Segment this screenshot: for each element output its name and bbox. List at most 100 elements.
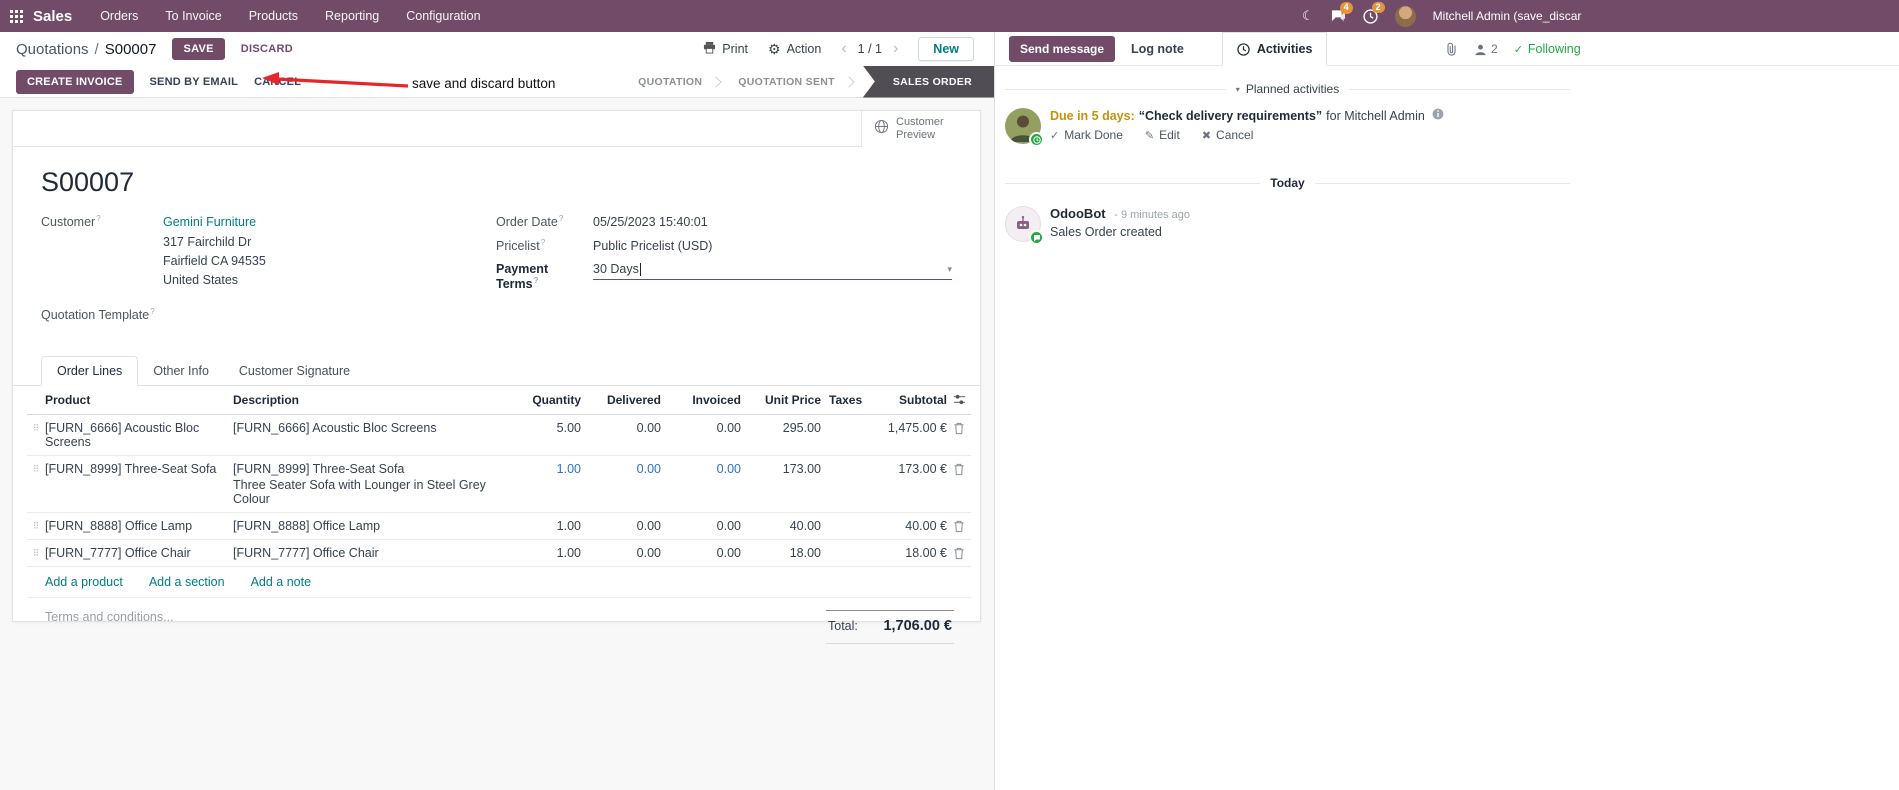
quantity-cell[interactable]: 1.00	[501, 456, 581, 482]
description-cell[interactable]: [FURN_6666] Acoustic Bloc Screens	[233, 415, 501, 441]
description-cell[interactable]: [FURN_7777] Office Chair	[233, 540, 501, 566]
status-step-sales-order[interactable]: SALES ORDER	[862, 65, 994, 98]
attach-files-button[interactable]	[1445, 42, 1458, 56]
delete-line-button[interactable]	[947, 456, 971, 476]
col-description: Description	[233, 392, 300, 407]
breadcrumb-quotations-link[interactable]: Quotations	[16, 41, 89, 58]
menu-orders[interactable]: Orders	[100, 9, 138, 23]
add-a-product-link[interactable]: Add a product	[45, 575, 123, 589]
description-cell[interactable]: [FURN_8999] Three-Seat Sofa Three Seater…	[233, 456, 501, 512]
unit-price-cell[interactable]: 173.00	[741, 456, 821, 482]
order-date-field[interactable]: 05/25/2023 15:40:01	[593, 215, 708, 229]
mark-done-button[interactable]: ✓ Mark Done	[1050, 128, 1123, 142]
address-line: United States	[163, 272, 239, 287]
mark-done-label: Mark Done	[1064, 128, 1123, 142]
delivered-cell[interactable]: 0.00	[581, 415, 661, 441]
customer-preview-label: Customer Preview	[896, 115, 944, 141]
following-button[interactable]: ✓ Following	[1514, 42, 1581, 56]
user-avatar[interactable]	[1394, 5, 1416, 27]
quantity-cell[interactable]: 1.00	[501, 513, 581, 539]
taxes-cell[interactable]	[821, 513, 863, 525]
description-cell[interactable]: [FURN_8888] Office Lamp	[233, 513, 501, 539]
tab-order-lines[interactable]: Order Lines	[41, 355, 139, 386]
apps-menu-icon[interactable]	[10, 9, 23, 23]
chatter-topbar: Send message Log note Activities 2 ✓ Fol…	[995, 32, 1899, 66]
invoiced-cell[interactable]: 0.00	[661, 513, 741, 539]
app-brand[interactable]: Sales	[33, 8, 72, 25]
activities-tab[interactable]: Activities	[1221, 32, 1328, 66]
customer-preview-button[interactable]: Customer Preview	[861, 111, 980, 147]
taxes-cell[interactable]	[821, 540, 863, 552]
product-cell[interactable]: [FURN_6666] Acoustic Bloc Screens	[45, 415, 233, 455]
followers-button[interactable]: 2	[1474, 42, 1498, 56]
menu-products[interactable]: Products	[249, 9, 298, 23]
messages-icon[interactable]: 4	[1331, 2, 1353, 23]
cancel-activity-button[interactable]: ✖ Cancel	[1202, 128, 1254, 142]
discard-button[interactable]: DISCARD	[233, 39, 301, 59]
planned-activities-label: Planned activities	[1245, 82, 1340, 96]
product-cell[interactable]: [FURN_7777] Office Chair	[45, 540, 233, 566]
order-title[interactable]: S00007	[41, 167, 980, 198]
action-button[interactable]: ⚙ Action	[768, 41, 821, 58]
activity-clock-badge-icon	[1029, 132, 1044, 147]
delivered-cell[interactable]: 0.00	[581, 540, 661, 566]
info-icon[interactable]	[1432, 108, 1444, 120]
log-note-button[interactable]: Log note	[1131, 42, 1184, 56]
user-name[interactable]: Mitchell Admin (save_discar	[1433, 9, 1582, 23]
send-by-email-button[interactable]: SEND BY EMAIL	[150, 76, 239, 88]
save-button[interactable]: SAVE	[172, 38, 225, 60]
drag-handle-icon[interactable]: ⠿	[27, 456, 45, 475]
dark-mode-icon[interactable]: ☾	[1302, 8, 1314, 24]
payment-terms-field[interactable]: 30 Days ▾	[593, 262, 952, 281]
delete-line-button[interactable]	[947, 513, 971, 533]
send-message-button[interactable]: Send message	[1009, 35, 1116, 62]
add-a-section-link[interactable]: Add a section	[149, 575, 225, 589]
unit-price-cell[interactable]: 295.00	[741, 415, 821, 441]
drag-handle-icon[interactable]: ⠿	[27, 540, 45, 559]
payment-terms-value: 30 Days	[593, 262, 639, 277]
tab-customer-signature[interactable]: Customer Signature	[224, 357, 365, 385]
menu-to-invoice[interactable]: To Invoice	[165, 9, 221, 23]
annotation-arrow-icon	[262, 72, 409, 88]
activity-due-date: Due in 5 days:	[1050, 109, 1135, 123]
edit-activity-button[interactable]: ✎ Edit	[1145, 128, 1180, 142]
product-cell[interactable]: [FURN_8999] Three-Seat Sofa	[45, 456, 233, 482]
optional-columns-icon[interactable]	[947, 393, 971, 406]
planned-activities-header[interactable]: ▾ Planned activities	[1005, 82, 1570, 96]
menu-reporting[interactable]: Reporting	[325, 9, 379, 23]
description-line1: [FURN_8999] Three-Seat Sofa	[233, 461, 405, 476]
product-cell[interactable]: [FURN_8888] Office Lamp	[45, 513, 233, 539]
menu-configuration[interactable]: Configuration	[406, 9, 480, 23]
drag-handle-icon[interactable]: ⠿	[27, 415, 45, 434]
quantity-cell[interactable]: 1.00	[501, 540, 581, 566]
delivered-cell[interactable]: 0.00	[581, 456, 661, 482]
add-a-note-link[interactable]: Add a note	[251, 575, 311, 589]
activity-clock-icon[interactable]: 2	[1363, 1, 1385, 24]
invoiced-cell[interactable]: 0.00	[661, 456, 741, 482]
chatter-panel: Send message Log note Activities 2 ✓ Fol…	[995, 32, 1899, 790]
taxes-cell[interactable]	[821, 456, 863, 468]
pager-previous-icon[interactable]: ‹	[841, 41, 846, 57]
customer-link[interactable]: Gemini Furniture	[163, 215, 256, 229]
status-step-quotation[interactable]: QUOTATION	[622, 66, 718, 98]
invoiced-cell[interactable]: 0.00	[661, 540, 741, 566]
delete-line-button[interactable]	[947, 415, 971, 435]
pager-next-icon[interactable]: ›	[893, 41, 898, 57]
unit-price-cell[interactable]: 18.00	[741, 540, 821, 566]
quantity-cell[interactable]: 5.00	[501, 415, 581, 441]
tab-other-info[interactable]: Other Info	[138, 357, 224, 385]
unit-price-cell[interactable]: 40.00	[741, 513, 821, 539]
delete-line-button[interactable]	[947, 540, 971, 560]
status-step-quotation-sent[interactable]: QUOTATION SENT	[722, 66, 851, 98]
delivered-cell[interactable]: 0.00	[581, 513, 661, 539]
divider	[13, 146, 863, 147]
collapse-caret-icon: ▾	[1235, 84, 1240, 94]
new-button[interactable]: New	[918, 37, 974, 61]
taxes-cell[interactable]	[821, 415, 863, 427]
create-invoice-button[interactable]: CREATE INVOICE	[16, 69, 134, 94]
invoiced-cell[interactable]: 0.00	[661, 415, 741, 441]
pricelist-field[interactable]: Public Pricelist (USD)	[593, 239, 712, 253]
drag-handle-icon[interactable]: ⠿	[27, 513, 45, 532]
print-button[interactable]: Print	[703, 41, 748, 57]
terms-and-conditions-field[interactable]: Terms and conditions...	[45, 610, 174, 624]
